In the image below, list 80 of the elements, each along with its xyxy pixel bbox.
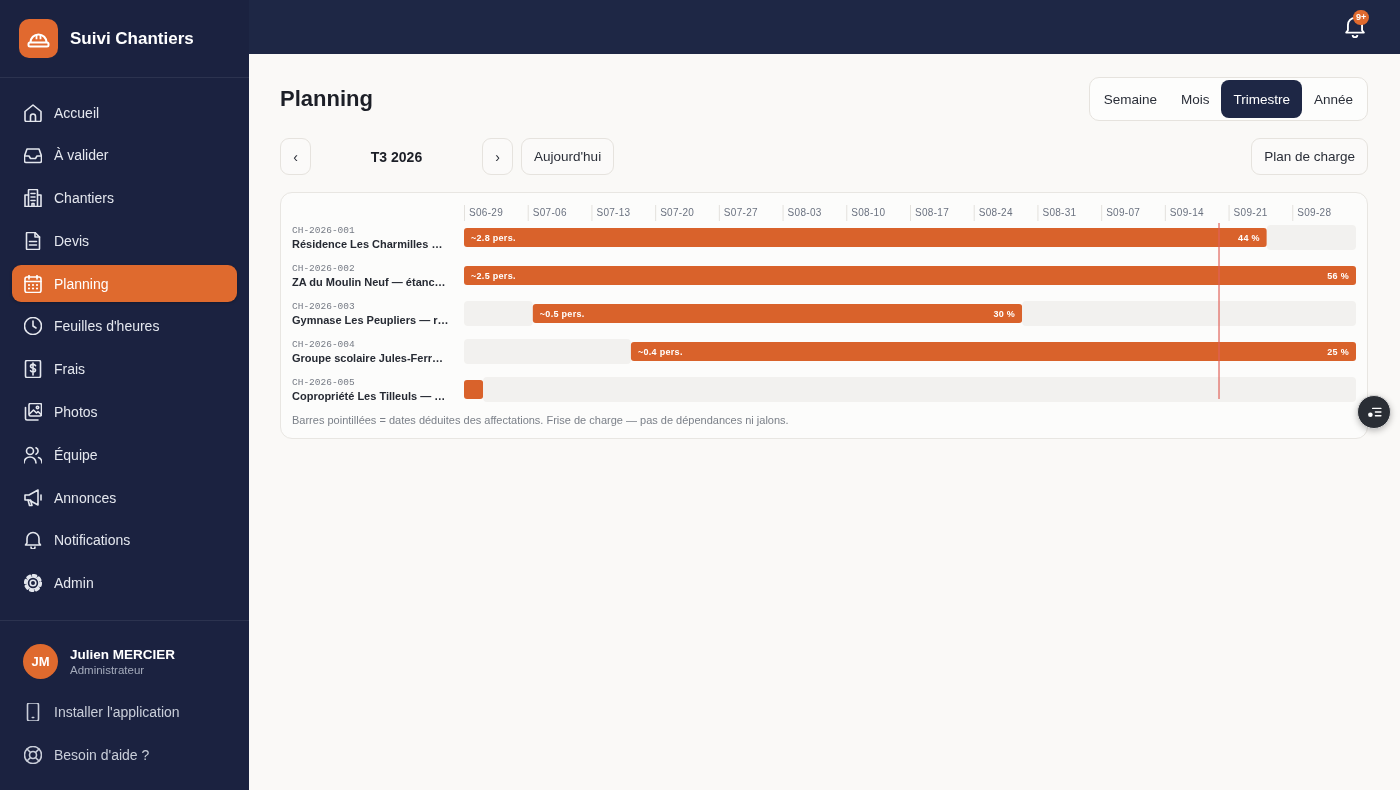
hard-hat-icon xyxy=(19,19,58,58)
dollar-receipt-icon xyxy=(24,360,42,379)
nav-item[interactable]: Équipe xyxy=(12,436,237,474)
settings-icon xyxy=(24,574,42,593)
app-title: Suivi Chantiers xyxy=(70,28,194,49)
week-label: S08-17 xyxy=(915,207,950,218)
calendar-icon xyxy=(24,274,42,293)
site-name: Groupe scolaire Jules-Ferr… xyxy=(292,351,443,366)
week-label: S09-21 xyxy=(1233,207,1268,218)
week-label: S07-20 xyxy=(660,207,695,218)
bell-icon[interactable] xyxy=(1345,16,1365,38)
bell-icon xyxy=(24,531,42,550)
week-label: S08-24 xyxy=(978,207,1013,218)
document-icon xyxy=(24,231,42,250)
week-label: S08-03 xyxy=(787,207,822,218)
user-name: Julien MERCIER xyxy=(70,647,175,662)
week-label: S09-07 xyxy=(1106,207,1141,218)
week-label: S09-28 xyxy=(1297,207,1332,218)
site-code: CH-2026-005 xyxy=(292,377,355,389)
chart-note: Barres pointillées = dates déduites des affectations. Frise de charge — pas de dépendances ni jalons. xyxy=(292,413,790,427)
site-name: ZA du Moulin Neuf — étanc… xyxy=(292,275,446,290)
nav-item[interactable]: Frais xyxy=(12,350,237,388)
load-plan-button[interactable]: Plan de charge xyxy=(1251,138,1368,175)
view-tab[interactable]: Mois xyxy=(1168,80,1222,118)
megaphone-icon xyxy=(24,488,42,507)
view-tab[interactable]: Année xyxy=(1301,80,1365,118)
nav-item[interactable]: Photos xyxy=(12,393,237,431)
today-button[interactable]: Aujourd'hui xyxy=(521,138,615,175)
week-label: S08-10 xyxy=(851,207,886,218)
progress-label: 30 % xyxy=(993,309,1016,319)
users-icon xyxy=(24,445,42,464)
period-label: T3 2026 xyxy=(369,148,424,165)
week-label: S07-06 xyxy=(532,207,567,218)
site-code: CH-2026-003 xyxy=(292,301,355,313)
week-label: S07-13 xyxy=(596,207,631,218)
site-code: CH-2026-004 xyxy=(292,339,355,351)
building-icon xyxy=(24,189,42,208)
nav-item[interactable]: Devis xyxy=(12,222,237,260)
sidebar-link[interactable]: Besoin d'aide ? xyxy=(12,736,237,773)
progress-label: 56 % xyxy=(1327,271,1349,281)
user-role: Administrateur xyxy=(70,664,146,676)
progress-label: 25 % xyxy=(1327,347,1349,357)
view-tab[interactable]: Semaine xyxy=(1091,80,1169,118)
previous-button[interactable]: ‹ xyxy=(280,138,311,175)
load-label: ~2.8 pers. xyxy=(471,233,516,243)
lifebuoy-icon xyxy=(24,745,42,764)
user-avatar: JM xyxy=(23,644,58,679)
page-title: Planning xyxy=(280,86,373,112)
sidebar-link[interactable]: Installer l'application xyxy=(12,693,237,730)
site-name: Résidence Les Charmilles … xyxy=(292,237,443,252)
site-code: CH-2026-002 xyxy=(292,263,355,275)
load-label: ~0.4 pers. xyxy=(637,347,683,357)
notification-badge: 9+ xyxy=(1353,10,1370,25)
view-tab[interactable]: Trimestre xyxy=(1221,80,1302,118)
bar-track xyxy=(464,301,533,326)
load-label: ~0.5 pers. xyxy=(539,309,585,319)
next-button[interactable]: › xyxy=(482,138,513,175)
nav-item[interactable]: Admin xyxy=(12,564,237,602)
nav-item[interactable]: Chantiers xyxy=(12,179,237,217)
site-name: Gymnase Les Peupliers — r… xyxy=(292,313,449,328)
list-icon xyxy=(1366,406,1382,418)
week-label: S07-27 xyxy=(723,207,758,218)
week-label: S06-29 xyxy=(469,207,504,218)
photos-icon xyxy=(24,403,42,422)
phone-icon xyxy=(24,702,42,721)
gantt-bar xyxy=(464,380,484,399)
load-label: ~2.5 pers. xyxy=(471,271,516,281)
week-label: S08-31 xyxy=(1042,207,1077,218)
nav-item[interactable]: Accueil xyxy=(12,94,237,131)
site-name: Copropriété Les Tilleuls — … xyxy=(292,389,446,404)
site-code: CH-2026-001 xyxy=(292,225,355,237)
nav-item[interactable]: Notifications xyxy=(12,521,237,559)
progress-label: 44 % xyxy=(1238,233,1260,243)
nav-item[interactable]: Feuilles d'heures xyxy=(12,308,237,345)
nav-item[interactable]: Annonces xyxy=(12,479,237,517)
inbox-icon xyxy=(24,146,42,165)
clock-icon xyxy=(24,317,42,336)
week-label: S09-14 xyxy=(1169,207,1204,218)
home-icon xyxy=(24,103,42,122)
nav-item[interactable]: À valider xyxy=(12,136,237,174)
